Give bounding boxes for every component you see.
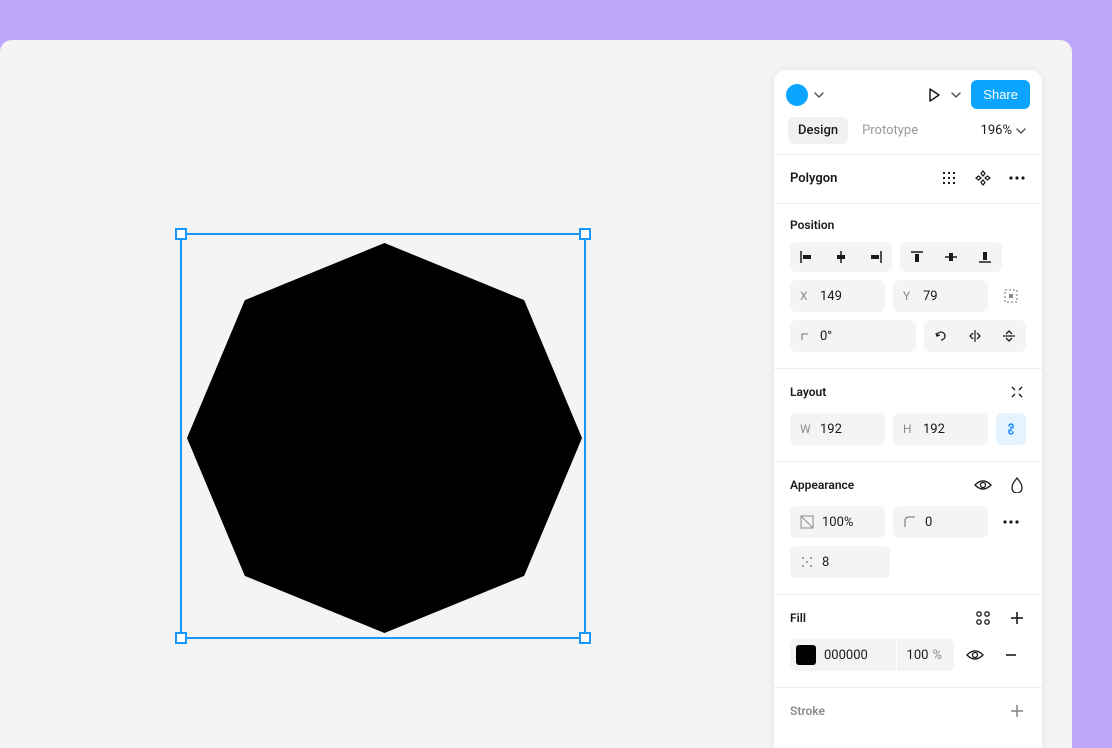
flip-vertical-icon[interactable] xyxy=(992,320,1026,352)
position-y-input[interactable]: Y 79 xyxy=(893,280,988,312)
fill-section: Fill 000000 100 % xyxy=(774,594,1042,687)
present-chevron[interactable] xyxy=(951,90,961,100)
layout-label: Layout xyxy=(790,385,826,399)
align-v-center[interactable] xyxy=(934,242,968,272)
panel-tabs: Design Prototype 196% xyxy=(774,117,1042,154)
component-options-icon[interactable] xyxy=(940,169,958,187)
layout-section: Layout W 192 H 192 xyxy=(774,368,1042,461)
position-section: Position X 149 Y xyxy=(774,203,1042,368)
stroke-section: Stroke xyxy=(774,687,1042,748)
blend-mode-icon[interactable] xyxy=(1008,476,1026,494)
opacity-input[interactable]: 100% xyxy=(790,506,885,538)
zoom-control[interactable]: 196% xyxy=(981,123,1028,138)
flip-horizontal-icon[interactable] xyxy=(958,320,992,352)
tab-design[interactable]: Design xyxy=(788,117,848,144)
object-name: Polygon xyxy=(790,171,837,186)
resize-handle-tl[interactable] xyxy=(175,228,187,240)
constrain-proportions-icon[interactable] xyxy=(996,413,1026,445)
transform-group xyxy=(924,320,1026,352)
align-left[interactable] xyxy=(790,242,824,272)
position-x-input[interactable]: X 149 xyxy=(790,280,885,312)
polygon-count-input[interactable]: 8 xyxy=(790,546,890,578)
add-stroke-icon[interactable] xyxy=(1008,702,1026,720)
align-vertical-group xyxy=(900,242,1002,272)
polygon-shape[interactable] xyxy=(187,243,582,633)
stroke-label: Stroke xyxy=(790,704,825,718)
remove-fill-icon[interactable] xyxy=(996,639,1026,671)
resize-handle-br[interactable] xyxy=(579,632,591,644)
absolute-position-icon[interactable] xyxy=(996,280,1026,312)
align-right[interactable] xyxy=(858,242,892,272)
tab-prototype[interactable]: Prototype xyxy=(852,117,928,144)
present-button[interactable] xyxy=(925,86,943,104)
share-button[interactable]: Share xyxy=(971,80,1030,109)
panel-topbar: Share xyxy=(774,70,1042,117)
align-top[interactable] xyxy=(900,242,934,272)
corner-radius-input[interactable]: 0 xyxy=(893,506,988,538)
zoom-value: 196% xyxy=(981,123,1012,138)
resize-handle-bl[interactable] xyxy=(175,632,187,644)
fill-swatch[interactable] xyxy=(796,645,816,665)
width-input[interactable]: W 192 xyxy=(790,413,885,445)
workspace-avatar[interactable] xyxy=(786,84,808,106)
appearance-label: Appearance xyxy=(790,478,854,492)
create-component-icon[interactable] xyxy=(974,169,992,187)
height-input[interactable]: H 192 xyxy=(893,413,988,445)
fill-label: Fill xyxy=(790,611,806,625)
collapse-icon[interactable] xyxy=(1008,383,1026,401)
object-section: Polygon xyxy=(774,154,1042,203)
visibility-icon[interactable] xyxy=(974,476,992,494)
fill-visibility-icon[interactable] xyxy=(960,639,990,671)
workspace-chevron[interactable] xyxy=(814,90,824,100)
properties-panel: Share Design Prototype 196% Polygon xyxy=(774,70,1042,748)
align-horizontal-group xyxy=(790,242,892,272)
selection-box[interactable] xyxy=(180,233,586,639)
fill-styles-icon[interactable] xyxy=(974,609,992,627)
resize-handle-tr[interactable] xyxy=(579,228,591,240)
appearance-more-icon[interactable] xyxy=(996,506,1026,538)
fill-color-row[interactable]: 000000 100 % xyxy=(790,639,954,671)
align-h-center[interactable] xyxy=(824,242,858,272)
fill-opacity-value[interactable]: 100 xyxy=(907,648,929,663)
fill-hex-value[interactable]: 000000 xyxy=(824,648,888,663)
position-label: Position xyxy=(790,218,1026,232)
add-fill-icon[interactable] xyxy=(1008,609,1026,627)
more-options-icon[interactable] xyxy=(1008,169,1026,187)
appearance-section: Appearance 100% xyxy=(774,461,1042,594)
align-bottom[interactable] xyxy=(968,242,1002,272)
rotation-input[interactable]: 0° xyxy=(790,320,916,352)
rotate-90-icon[interactable] xyxy=(924,320,958,352)
